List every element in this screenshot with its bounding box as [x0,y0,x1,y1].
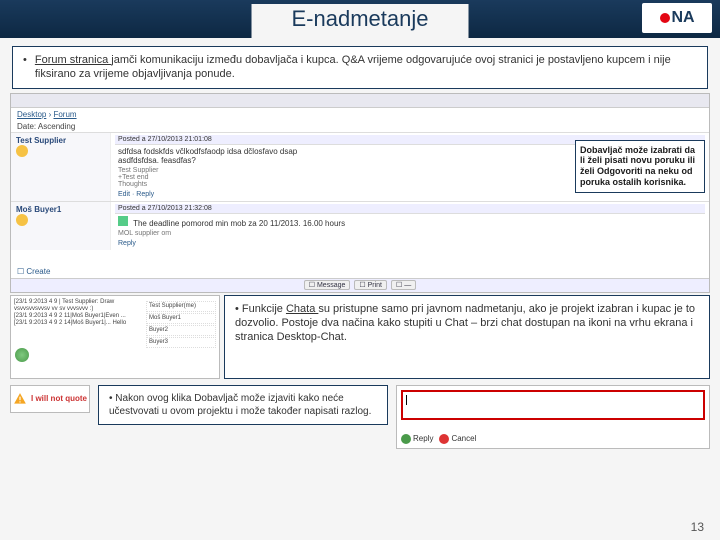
list-item: Test Supplier(me) [146,301,216,312]
attachment-icon [118,216,128,226]
slide-header: E-nadmetanje NA [0,0,720,38]
post-timestamp: Posted a 27/10/2013 21:32:08 [115,204,705,214]
bullet-icon: • [23,53,27,82]
slide-title: E-nadmetanje [252,4,469,38]
chat-bubble-icon[interactable] [15,348,29,362]
chat-screenshot: [23/1 9:2013 4 9 | Test Supplier: Draw v… [10,295,220,379]
warning-icon [13,392,27,406]
smiley-icon [16,145,28,157]
will-not-quote-button[interactable]: I will not quote [10,385,90,413]
message-button[interactable]: ☐ Message [304,280,351,290]
forum-screenshot: Desktop › Forum Date: Ascending Test Sup… [10,93,710,293]
logo-text: NA [671,9,694,27]
post-actions[interactable]: Reply [115,239,705,248]
forum-bottom-bar: ☐ Message ☐ Print ☐ — [11,278,709,292]
callout-forum: • Forum stranica jamči komunikaciju izme… [12,46,708,89]
reply-button[interactable]: Reply [401,434,433,444]
callout-reply-choice: Dobavljač može izabrati da li želi pisat… [575,140,705,193]
print-button[interactable]: ☐ Print [354,280,387,290]
callout-chat: • Funkcije Chata su pristupne samo pri j… [224,295,710,379]
post-author-col: Test Supplier [11,133,111,201]
create-button[interactable]: ☐ Create [17,267,50,276]
ina-logo: NA [642,3,712,33]
check-icon [401,434,411,444]
list-item: Buyer2 [146,325,216,336]
cancel-button[interactable]: Cancel [439,434,476,444]
breadcrumb: Desktop › Forum [11,108,709,121]
page-number: 13 [691,520,704,534]
logo-dot-icon [660,13,670,23]
list-item: Moš Buyer1 [146,313,216,324]
callout-quote: • Nakon ovog klika Dobavljač može izjavi… [98,385,388,425]
post-author-col: Moš Buyer1 [11,202,111,250]
app-toolbar [11,94,709,108]
text-cursor-icon [406,395,407,405]
cancel-icon [439,434,449,444]
reply-input-screenshot: Reply Cancel [396,385,710,449]
post-body: The deadline pomorod min mob za 20 11/20… [115,214,705,239]
sort-label: Date: Ascending [11,121,709,132]
chat-user-list: Test Supplier(me) Moš Buyer1 Buyer2 Buye… [146,301,216,350]
smiley-icon [16,214,28,226]
misc-button[interactable]: ☐ — [391,280,416,290]
reply-textarea[interactable] [401,390,705,420]
list-item: Buyer3 [146,337,216,348]
forum-post: Moš Buyer1 Posted a 27/10/2013 21:32:08 … [11,201,709,250]
callout-forum-text: Forum stranica jamči komunikaciju između… [35,53,697,82]
